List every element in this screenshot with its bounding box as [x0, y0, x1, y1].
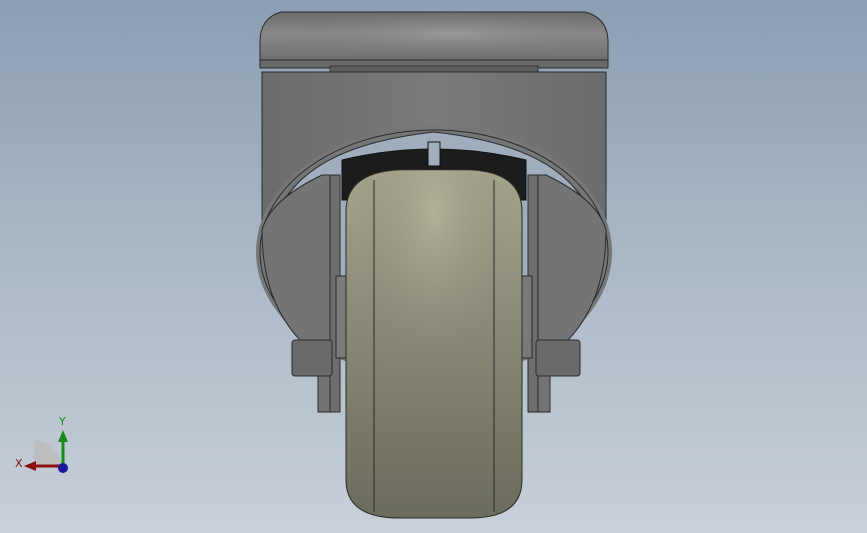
caster-model: [24, 11, 612, 519]
fork-left: [261, 174, 349, 413]
x-axis-label: X: [15, 457, 23, 470]
y-axis-label: Y: [59, 415, 66, 428]
wheel-tire: [345, 169, 523, 519]
coordinate-triad: [24, 430, 68, 473]
cad-viewport[interactable]: Y X: [0, 0, 867, 533]
z-axis-dot: [58, 463, 68, 473]
fork-right: [519, 174, 607, 413]
triad-plane-icon: [34, 440, 62, 466]
top-cap: [259, 11, 609, 73]
